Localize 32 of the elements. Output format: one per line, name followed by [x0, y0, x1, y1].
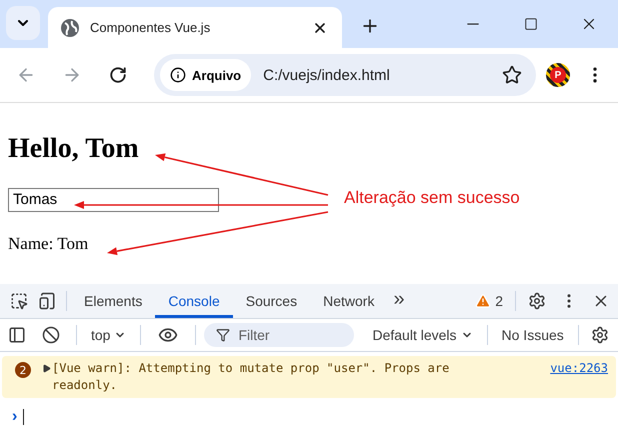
- name-text: Name: Tom: [8, 234, 88, 254]
- filter-placeholder: Filter: [238, 327, 270, 343]
- devtools-tab[interactable]: Elements: [71, 284, 156, 318]
- warning-count: 2: [495, 293, 503, 309]
- filter-icon: [216, 328, 230, 342]
- text-cursor[interactable]: [23, 409, 24, 425]
- expand-triangle-icon[interactable]: [42, 364, 51, 373]
- devtools-tab[interactable]: Sources: [232, 284, 310, 318]
- address-bar[interactable]: Arquivo C:/vuejs/index.html: [154, 54, 536, 96]
- profile-avatar[interactable]: P: [546, 63, 570, 88]
- tab-search-button[interactable]: [6, 6, 40, 40]
- site-info-chip[interactable]: Arquivo: [160, 59, 252, 92]
- devtools-tab[interactable]: Network: [310, 284, 388, 318]
- browser-tab[interactable]: Componentes Vue.js: [48, 7, 342, 48]
- more-tabs-button[interactable]: »: [387, 284, 411, 318]
- repeat-count-badge: 2: [15, 362, 31, 378]
- annotation-text: Alteração sem sucesso: [344, 188, 520, 208]
- prompt-icon: ›: [12, 408, 18, 426]
- info-icon: [170, 67, 186, 84]
- tab-title: Componentes Vue.js: [90, 20, 212, 35]
- url-text: C:/vuejs/index.html: [263, 66, 391, 84]
- page-heading: Hello, Tom: [8, 132, 139, 166]
- context-dropdown[interactable]: top: [85, 327, 132, 343]
- name-input[interactable]: Tomas: [8, 188, 219, 212]
- source-link[interactable]: vue:2263: [550, 360, 608, 377]
- warning-icon: [475, 293, 492, 309]
- devtools-tab[interactable]: Console: [155, 284, 233, 318]
- globe-icon: [60, 18, 80, 38]
- issues-text: No Issues: [500, 327, 565, 343]
- levels-dropdown[interactable]: Default levels: [366, 327, 479, 343]
- filter-field[interactable]: Filter: [204, 323, 354, 347]
- message-text: [Vue warn]: Attempting to mutate prop "user". Props are vue:2263 readonly.: [52, 360, 608, 394]
